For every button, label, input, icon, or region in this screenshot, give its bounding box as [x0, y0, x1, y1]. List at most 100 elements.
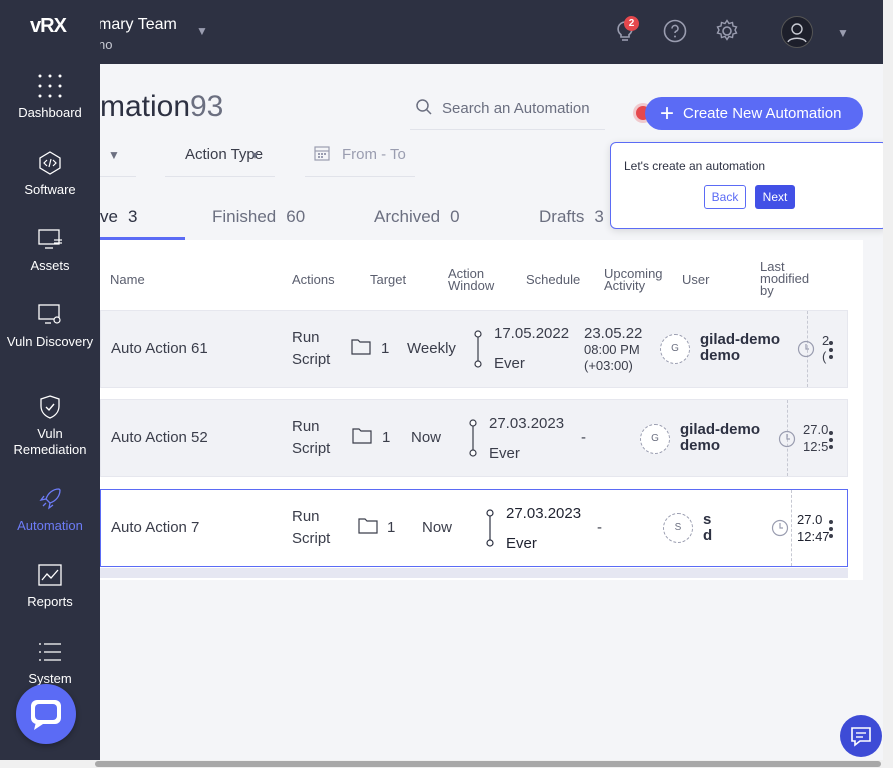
column-header-user[interactable]: User — [682, 273, 709, 286]
sidebar-item-label: Reports — [27, 594, 73, 609]
folder-icon — [351, 339, 371, 355]
more-options-icon[interactable] — [828, 430, 834, 450]
create-automation-button[interactable]: Create New Automation — [645, 97, 863, 130]
target-count[interactable]: 1 — [387, 517, 395, 539]
action-type: Run Script — [292, 327, 330, 371]
modified-time: 12:47 — [797, 529, 830, 544]
chevron-down-icon[interactable]: ▾ — [252, 148, 258, 162]
sidebar-item-dashboard[interactable]: Dashboard — [0, 73, 100, 121]
sidebar-item-label: Vuln Discovery — [6, 334, 94, 349]
automation-name[interactable]: Auto Action 61 — [111, 338, 208, 360]
sidebar-item-label: Dashboard — [18, 105, 82, 120]
notification-badge: 2 — [624, 16, 639, 31]
tab-label: ve — [100, 207, 118, 226]
date-range-filter[interactable]: From - To — [342, 146, 406, 163]
tab-drafts[interactable]: Drafts 3 — [539, 207, 604, 227]
tab-count: 0 — [450, 207, 460, 226]
search-input[interactable]: Search an Automation — [442, 100, 590, 117]
sidebar-item-automation[interactable]: Automation — [0, 486, 100, 534]
timeline-icon — [474, 330, 482, 368]
chat-icon — [851, 727, 871, 747]
page-count: 93 — [190, 90, 224, 123]
back-button[interactable]: Back — [704, 185, 746, 209]
page-title: mation — [100, 90, 191, 123]
user-avatar[interactable] — [781, 16, 813, 48]
cell-line: gilad-demo — [680, 421, 761, 438]
target-count[interactable]: 1 — [382, 427, 390, 449]
sidebar-item-software[interactable]: Software — [0, 150, 100, 198]
sidebar-item-vuln-remediation[interactable]: Vuln Remediation — [0, 394, 100, 458]
team-name[interactable]: mary Team — [98, 16, 177, 34]
cell-line: Script — [292, 351, 331, 368]
tab-finished[interactable]: Finished 60 — [212, 207, 305, 227]
automation-name[interactable]: Auto Action 52 — [111, 427, 208, 449]
more-options-icon[interactable] — [828, 340, 834, 360]
target-count[interactable]: 1 — [381, 338, 389, 360]
header-line: Window — [448, 278, 495, 293]
grid-dots-icon — [38, 74, 62, 98]
filter-underline — [165, 176, 275, 177]
popover-message: Let's create an automation — [624, 159, 766, 173]
modified-time: 12:5 — [803, 439, 829, 454]
timeline-icon — [486, 509, 494, 547]
filter-underline — [100, 176, 136, 177]
search-icon — [416, 99, 432, 115]
header-line: Activity — [604, 278, 646, 293]
sidebar-item-label: Software — [24, 182, 76, 197]
upcoming-time: 08:00 PM — [584, 342, 640, 357]
window-start: 17.05.2022 — [494, 325, 570, 342]
upcoming-timezone: (+03:00) — [584, 358, 633, 373]
window-end: Ever — [489, 445, 520, 462]
table-row[interactable] — [100, 489, 848, 567]
row-divider — [791, 490, 792, 566]
window-start: 27.03.2023 — [489, 415, 565, 432]
vertical-scrollbar[interactable] — [883, 0, 893, 760]
horizontal-scrollbar-thumb[interactable] — [95, 761, 881, 767]
action-type: Run Script — [292, 416, 330, 460]
more-options-icon[interactable] — [828, 519, 834, 539]
monitor-search-icon — [38, 304, 61, 324]
tab-label: Archived — [374, 207, 441, 226]
window-start: 27.03.2023 — [506, 505, 582, 522]
column-header-name[interactable]: Name — [110, 273, 145, 286]
column-header-last-modified[interactable]: Last modified by — [760, 260, 809, 298]
list-icon — [39, 643, 61, 661]
sidebar-item-system[interactable]: System — [0, 639, 100, 687]
sidebar: vRX Dashboard Software Assets Vuln Disco… — [0, 0, 100, 760]
sidebar-item-label: Vuln Remediation — [13, 426, 87, 457]
header-line: by — [760, 283, 774, 298]
app-logo[interactable]: vRX — [30, 15, 67, 38]
next-button[interactable]: Next — [755, 185, 795, 209]
column-header-upcoming-activity[interactable]: Upcoming Activity — [604, 267, 663, 293]
sidebar-item-assets[interactable]: Assets — [0, 226, 100, 274]
cell-line: Script — [292, 440, 331, 457]
column-header-target[interactable]: Target — [370, 273, 406, 286]
column-header-actions[interactable]: Actions — [292, 273, 335, 286]
help-icon[interactable] — [662, 18, 688, 44]
upcoming-activity: - — [597, 519, 602, 536]
column-header-schedule[interactable]: Schedule — [526, 273, 580, 286]
schedule: Now — [422, 519, 453, 536]
calendar-icon — [314, 146, 330, 161]
column-header-action-window[interactable]: Action Window — [448, 267, 495, 293]
chevron-down-icon[interactable]: ▼ — [108, 148, 120, 162]
schedule: Weekly — [407, 340, 456, 357]
support-chat-button[interactable] — [840, 715, 882, 757]
modified-date: 27.0 — [797, 512, 823, 527]
user-name: gilad-demo demo — [700, 332, 780, 364]
folder-icon — [352, 428, 372, 444]
user-initial-avatar: G — [660, 334, 690, 364]
chat-widget-button[interactable] — [16, 684, 76, 744]
user-name: sd — [703, 512, 712, 544]
automation-name[interactable]: Auto Action 7 — [111, 517, 199, 539]
clock-icon — [797, 340, 815, 358]
sidebar-item-vuln-discovery[interactable]: Vuln Discovery — [0, 302, 100, 350]
chevron-down-icon[interactable]: ▼ — [837, 26, 849, 40]
tab-active[interactable]: ve 3 — [100, 207, 137, 227]
cell-line: d — [703, 527, 713, 544]
chevron-down-icon[interactable]: ▼ — [196, 24, 208, 38]
tab-archived[interactable]: Archived 0 — [374, 207, 460, 227]
sidebar-item-label: Assets — [30, 258, 70, 273]
sidebar-item-reports[interactable]: Reports — [0, 562, 100, 610]
gear-icon[interactable] — [714, 18, 740, 44]
